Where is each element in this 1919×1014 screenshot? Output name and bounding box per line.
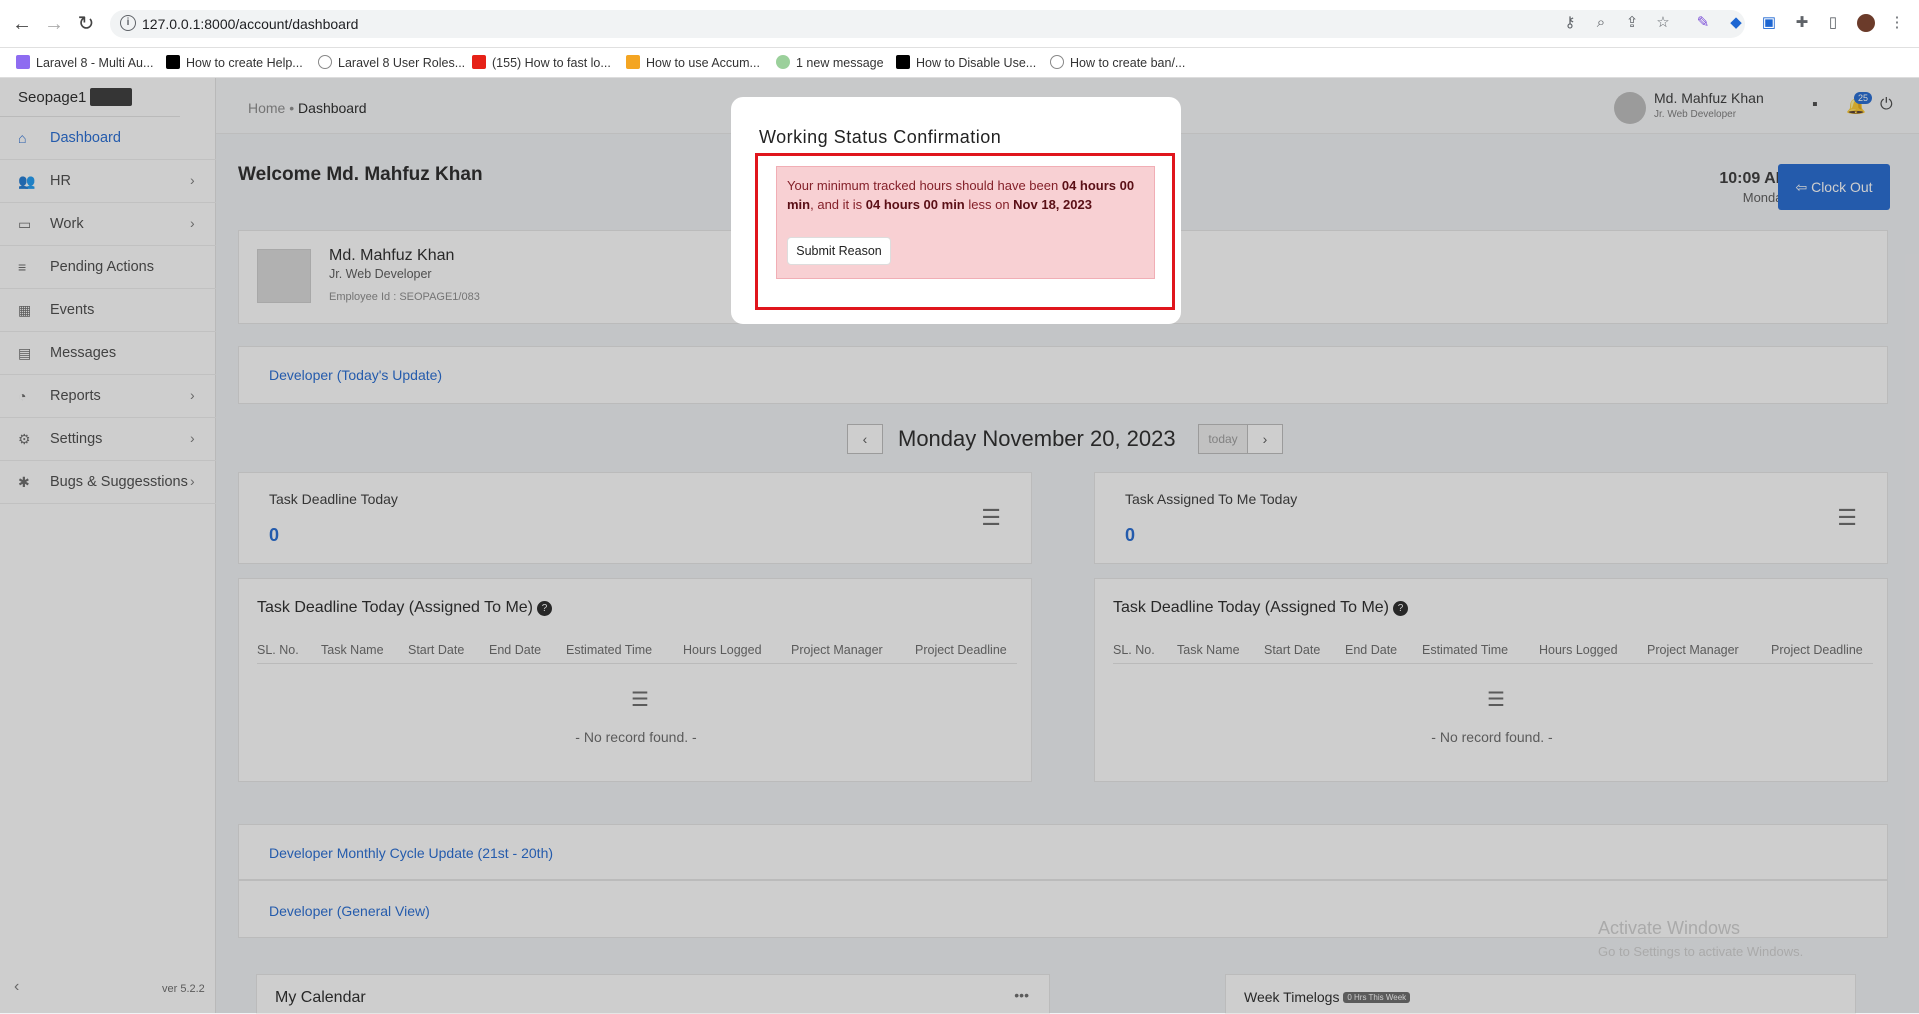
forward-icon[interactable]: → <box>42 12 66 36</box>
bookmark-item[interactable]: (155) How to fast lo... <box>472 55 611 70</box>
puzzle-icon[interactable]: ✚ <box>1793 14 1811 32</box>
extension-pen-icon[interactable]: ✎ <box>1694 14 1712 32</box>
bookmark-item[interactable]: How to Disable Use... <box>896 55 1036 70</box>
bookmark-item[interactable]: How to create ban/... <box>1050 55 1185 70</box>
zoom-icon[interactable]: ⌕ <box>1592 14 1610 32</box>
submit-reason-button[interactable]: Submit Reason <box>787 237 891 265</box>
bookmark-item[interactable]: 1 new message <box>776 55 884 70</box>
key-icon[interactable]: ⚷ <box>1561 14 1579 32</box>
bookmark-item[interactable]: Laravel 8 - Multi Au... <box>16 55 153 70</box>
extension-box-icon[interactable]: ▣ <box>1760 14 1778 32</box>
alert-box: Your minimum tracked hours should have b… <box>776 166 1155 279</box>
bookmark-item[interactable]: How to create Help... <box>166 55 303 70</box>
modal-title: Working Status Confirmation <box>759 127 1002 147</box>
profile-avatar-icon[interactable] <box>1857 14 1875 32</box>
star-icon[interactable]: ☆ <box>1654 14 1672 32</box>
browser-toolbar: ← → ↻ i 127.0.0.1:8000/account/dashboard… <box>0 0 1919 48</box>
share-icon[interactable]: ⇪ <box>1623 14 1641 32</box>
kebab-menu-icon[interactable]: ⋮ <box>1888 14 1906 32</box>
alert-message: Your minimum tracked hours should have b… <box>787 178 1135 212</box>
working-status-modal: Working Status Confirmation Your minimum… <box>731 97 1181 324</box>
address-bar[interactable]: i 127.0.0.1:8000/account/dashboard <box>110 10 1745 38</box>
activate-windows-title: Activate Windows <box>1598 918 1741 938</box>
site-info-icon[interactable]: i <box>120 15 136 31</box>
reload-icon[interactable]: ↻ <box>74 12 98 36</box>
bookmarks-bar: Laravel 8 - Multi Au... How to create He… <box>0 48 1919 78</box>
url-text: 127.0.0.1:8000/account/dashboard <box>142 16 359 32</box>
back-icon[interactable]: ← <box>10 12 34 36</box>
highlight-frame: Your minimum tracked hours should have b… <box>755 153 1175 310</box>
bookmark-item[interactable]: How to use Accum... <box>626 55 760 70</box>
sidepanel-icon[interactable]: ▯ <box>1824 14 1842 32</box>
bookmark-item[interactable]: Laravel 8 User Roles... <box>318 55 465 70</box>
extension-tag-icon[interactable]: ◆ <box>1727 14 1745 32</box>
activate-windows-subtitle: Go to Settings to activate Windows. <box>1598 944 1804 959</box>
